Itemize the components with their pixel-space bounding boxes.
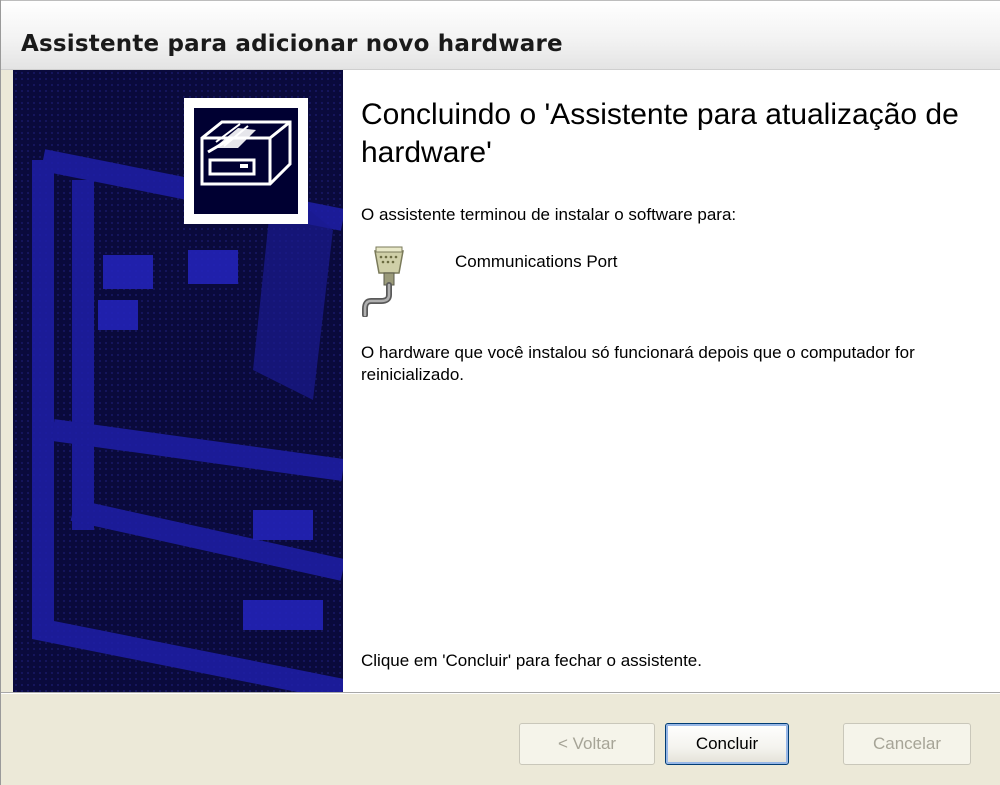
wizard-sidebar-banner xyxy=(13,70,343,692)
footer-divider xyxy=(1,693,1000,694)
restart-notice: O hardware que você instalou só funciona… xyxy=(361,343,915,384)
hardware-wizard-icon xyxy=(184,98,308,224)
finish-button[interactable]: Concluir xyxy=(665,723,789,765)
page-heading: Concluindo o 'Assistente para atualizaçã… xyxy=(361,98,959,169)
wizard-window: Assistente para adicionar novo hardware xyxy=(0,0,1000,785)
back-button[interactable]: < Voltar xyxy=(519,723,655,765)
serial-port-icon xyxy=(359,245,411,318)
close-hint: Clique em 'Concluir' para fechar o assis… xyxy=(361,651,702,670)
finished-text: O assistente terminou de instalar o soft… xyxy=(361,205,737,224)
title-bar[interactable]: Assistente para adicionar novo hardware xyxy=(1,0,1000,70)
hardware-drive-icon xyxy=(200,120,292,186)
device-name: Communications Port xyxy=(455,252,618,271)
cancel-button[interactable]: Cancelar xyxy=(843,723,971,765)
wizard-content: Concluindo o 'Assistente para atualizaçã… xyxy=(343,70,1000,692)
window-title: Assistente para adicionar novo hardware xyxy=(21,31,563,57)
wizard-button-bar: < Voltar Concluir Cancelar xyxy=(1,692,1000,785)
